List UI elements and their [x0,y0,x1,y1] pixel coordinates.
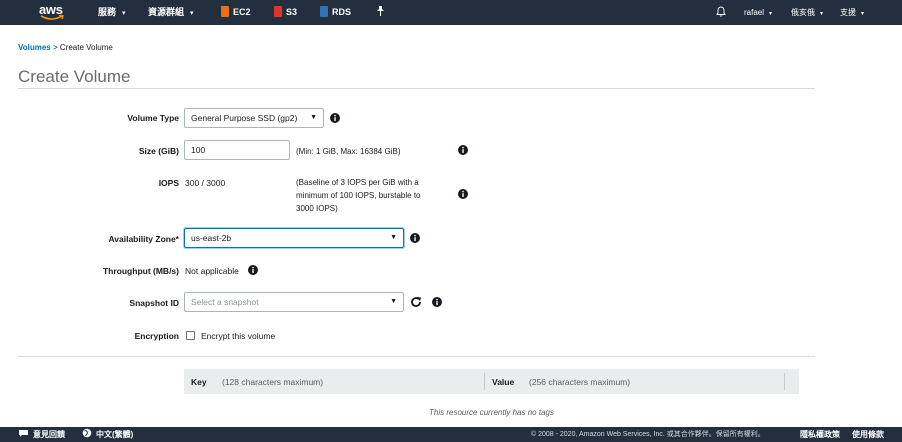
volume-type-label: Volume Type [127,113,179,123]
tag-value-header: Value [492,377,515,387]
snapshot-id-label: Snapshot ID [129,298,179,308]
iops-value: 300 / 3000 [185,178,226,188]
throughput-label: Throughput (MB/s) [102,266,179,276]
ec2-icon [221,6,229,17]
column-separator [784,373,785,390]
language-label: 中文(繁體) [96,430,134,439]
shortcut-s3-label: S3 [286,7,298,17]
support-menu[interactable]: 支援 ▾ [840,0,864,25]
info-icon[interactable] [432,297,442,307]
encrypt-volume-checkbox-label[interactable]: Encrypt this volume [201,331,275,341]
user-name: rafael [744,8,765,17]
globe-icon [82,428,92,438]
language-selector[interactable]: 中文(繁體) [82,427,133,442]
availability-zone-value: us-east-2b [191,233,232,243]
tag-key-header: Key [191,377,207,387]
refresh-icon[interactable] [410,296,422,308]
size-value: 100 [191,145,206,155]
page-title: Create Volume [18,67,131,86]
info-icon[interactable] [410,233,420,243]
feedback-link[interactable]: 意見回饋 [18,427,65,442]
size-input[interactable]: 100 [184,140,290,160]
shortcut-s3[interactable]: S3 [274,0,297,25]
terms-of-use-link[interactable]: 使用條款 [852,427,884,442]
tag-value-hint: (256 characters maximum) [529,377,631,387]
aws-smile-icon [40,15,64,20]
caret-down-icon: ▼ [390,298,397,305]
iops-label: IOPS [158,178,179,188]
copyright-text: © 2008 - 2020, Amazon Web Services, Inc.… [531,431,765,438]
iops-hint-line: (Baseline of 3 IOPS per GiB with a [296,178,419,187]
shortcut-rds-label: RDS [332,7,352,17]
pin-icon [377,6,384,16]
breadcrumb-separator: > [52,43,58,52]
info-icon[interactable] [458,145,468,155]
info-icon[interactable] [458,189,468,199]
feedback-label: 意見回饋 [33,430,65,439]
privacy-policy-link[interactable]: 隱私權政策 [800,427,840,442]
tags-table-header: Key (128 characters maximum) Value (256 … [184,369,799,394]
breadcrumb-current: Create Volume [59,43,113,52]
chevron-down-icon: ▾ [190,10,194,17]
info-icon[interactable] [248,265,258,275]
user-menu[interactable]: rafael ▾ [744,0,772,25]
no-tags-message: This resource currently has no tags [429,408,554,417]
top-navigation-bar: aws 服務 ▾ 資源群組 ▾ EC2 S3 RDS rafael ▾ 俄亥俄 ▾ 支援… [0,0,902,25]
volume-type-select[interactable]: General Purpose SSD (gp2) ▼ [184,108,324,128]
breadcrumb: Volumes > Create Volume [18,43,113,52]
iops-hint-line: 3000 IOPS) [296,204,338,213]
region-name: 俄亥俄 [791,8,815,17]
column-separator [484,373,485,390]
shortcut-rds[interactable]: RDS [320,0,351,25]
rds-icon [320,6,328,17]
speech-bubble-icon [19,430,28,437]
info-icon[interactable] [330,113,340,123]
size-hint: (Min: 1 GiB, Max: 16384 GiB) [296,147,401,156]
snapshot-select[interactable]: Select a snapshot ▼ [184,292,404,312]
services-label: 服務 [98,7,117,17]
iops-hint-line: minimum of 100 IOPS, burstable to [296,191,421,200]
volume-type-value: General Purpose SSD (gp2) [191,113,298,123]
snapshot-placeholder: Select a snapshot [191,297,259,307]
caret-down-icon: ▼ [310,114,317,121]
title-divider [18,88,815,89]
support-label: 支援 [840,8,856,17]
encryption-label: Encryption [134,331,179,341]
chevron-down-icon: ▾ [769,11,773,17]
iops-hint: (Baseline of 3 IOPS per GiB with a minim… [296,176,456,215]
shortcut-ec2-label: EC2 [233,7,251,17]
availability-zone-label: Availability Zone* [108,234,179,244]
throughput-value: Not applicable [185,266,239,276]
breadcrumb-volumes-link[interactable]: Volumes [18,43,51,52]
caret-down-icon: ▼ [390,234,397,241]
availability-zone-select[interactable]: us-east-2b ▼ [184,228,404,248]
resource-groups-label: 資源群組 [148,7,185,17]
chevron-down-icon: ▾ [820,11,824,17]
region-menu[interactable]: 俄亥俄 ▾ [791,0,823,25]
s3-icon [274,6,282,17]
pin-shortcuts-button[interactable] [376,0,385,25]
aws-logo[interactable]: aws [39,2,69,22]
services-menu[interactable]: 服務 ▾ [98,0,126,25]
size-label: Size (GiB) [138,146,179,156]
chevron-down-icon: ▾ [861,11,865,17]
resource-groups-menu[interactable]: 資源群組 ▾ [148,0,194,25]
bell-icon[interactable] [716,6,726,17]
encrypt-volume-checkbox[interactable] [186,331,195,340]
form-divider [18,356,815,357]
chevron-down-icon: ▾ [122,10,126,17]
tag-key-hint: (128 characters maximum) [222,377,324,387]
shortcut-ec2[interactable]: EC2 [221,0,251,25]
footer: 意見回饋 中文(繁體) © 2008 - 2020, Amazon Web Se… [0,427,902,442]
